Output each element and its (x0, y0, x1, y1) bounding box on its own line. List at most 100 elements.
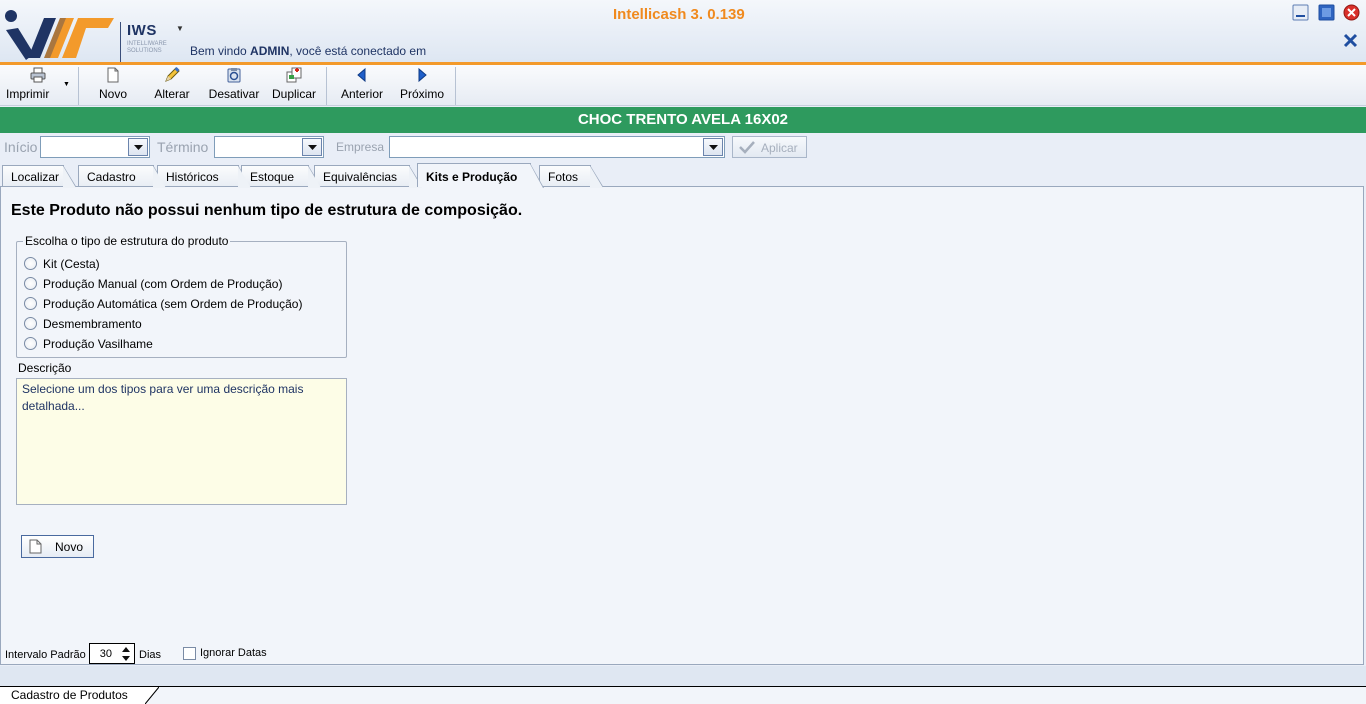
tab-label: Fotos (548, 170, 579, 184)
deactivate-icon (227, 68, 241, 83)
doc-tab-cadastro-produtos[interactable]: Cadastro de Produtos (0, 686, 159, 704)
product-title-bar: CHOC TRENTO AVELA 16X02 (0, 107, 1366, 133)
tab-bar: Localizar Cadastro Históricos Estoque Eq… (0, 163, 1366, 188)
toolbar-separator (326, 67, 327, 105)
maximize-icon[interactable] (1318, 4, 1335, 21)
start-date-label: Início (4, 139, 38, 155)
tab-label: Localizar (11, 170, 60, 184)
apply-label: Aplicar (761, 141, 798, 155)
tab-label: Estoque (250, 170, 295, 184)
days-label: Dias (139, 649, 162, 661)
structure-type-group: Escolha o tipo de estrutura do produto K… (16, 234, 347, 358)
previous-button[interactable]: Anterior (336, 65, 388, 105)
edit-button[interactable]: Alterar (148, 65, 196, 105)
duplicate-icon (286, 67, 302, 83)
tab-fotos[interactable]: Fotos (539, 165, 604, 188)
new-structure-label: Novo (55, 540, 84, 554)
new-label: Novo (98, 87, 127, 101)
tab-cadastro[interactable]: Cadastro (78, 165, 167, 188)
ignore-dates-label: Ignorar Datas (200, 647, 267, 659)
description-label: Descrição (18, 361, 72, 375)
date-filter-row: Início Término Empresa Aplicar (0, 134, 1366, 160)
iws-logo (5, 10, 114, 60)
description-text: Selecione um dos tipos para ver uma desc… (16, 378, 347, 505)
radio-button[interactable] (24, 297, 37, 310)
deactivate-label: Desativar (208, 87, 260, 101)
option-label: Produção Vasilhame (43, 337, 153, 351)
deactivate-button[interactable]: Desativar (204, 65, 264, 105)
doc-tab-label: Cadastro de Produtos (11, 688, 128, 702)
welcome-message: Bem vindo ADMIN, você está conectado em (190, 44, 426, 58)
print-button[interactable]: Imprimir ▼ (0, 65, 76, 105)
radio-button[interactable] (24, 337, 37, 350)
edit-pencil-icon (165, 67, 180, 82)
tab-historicos[interactable]: Históricos (157, 165, 252, 188)
radio-button[interactable] (24, 317, 37, 330)
tab-label: Históricos (166, 170, 219, 184)
tab-kits-e-producao[interactable]: Kits e Produção (417, 163, 544, 188)
start-date-picker[interactable] (40, 136, 150, 158)
arrow-left-icon (357, 67, 366, 83)
company-label: Empresa (336, 140, 385, 154)
interval-value: 30 (99, 648, 112, 660)
tab-label: Kits e Produção (426, 170, 518, 184)
end-date-picker[interactable] (214, 136, 324, 158)
chevron-down-icon[interactable] (703, 138, 723, 156)
welcome-suffix: , você está conectado em (289, 44, 427, 58)
document-tab-bar: Cadastro de Produtos (0, 686, 1366, 704)
status-strip (0, 666, 1366, 686)
next-button[interactable]: Próximo (396, 65, 448, 105)
printer-icon (30, 67, 46, 83)
close-document-icon[interactable] (1342, 32, 1359, 49)
radio-button[interactable] (24, 277, 37, 290)
end-date-label: Término (157, 139, 209, 155)
minimize-icon[interactable] (1292, 4, 1309, 21)
duplicate-label: Duplicar (271, 87, 316, 101)
tab-localizar[interactable]: Localizar (2, 165, 77, 188)
previous-label: Anterior (340, 87, 384, 101)
print-dropdown-icon[interactable]: ▼ (63, 81, 70, 88)
option-label: Kit (Cesta) (43, 257, 100, 271)
title-bar: IWS INTELLIWARE SOLUTIONS ▼ Bem vindo AD… (0, 0, 1366, 65)
new-structure-button[interactable]: Novo (21, 535, 94, 558)
ignore-dates-checkbox[interactable] (183, 647, 196, 660)
tab-edge (145, 686, 159, 704)
brand-name: IWS (127, 22, 157, 39)
tab-label: Cadastro (87, 170, 136, 184)
option-label: Desmembramento (43, 317, 142, 331)
radio-button[interactable] (24, 257, 37, 270)
toolbar-separator (78, 67, 79, 105)
arrow-right-icon (418, 67, 427, 83)
print-label: Imprimir (6, 87, 50, 101)
new-document-icon (107, 67, 119, 83)
chevron-down-icon[interactable] (128, 138, 148, 156)
chevron-down-icon[interactable] (302, 138, 322, 156)
checkmark-icon (739, 141, 755, 154)
brand-block: IWS INTELLIWARE SOLUTIONS (120, 22, 172, 62)
company-select[interactable] (389, 136, 725, 158)
kits-production-panel: Este Produto não possui nenhum tipo de e… (0, 186, 1364, 665)
structure-type-legend: Escolha o tipo de estrutura do produto (23, 234, 231, 248)
interval-label: Intervalo Padrão (5, 649, 86, 661)
option-label: Produção Manual (com Ordem de Produção) (43, 277, 283, 291)
interval-stepper[interactable]: 30 (89, 643, 135, 664)
stepper-down-icon[interactable] (119, 654, 133, 663)
new-button[interactable]: Novo (90, 65, 136, 105)
toolbar: Imprimir ▼ Novo Alterar Desativar Duplic… (0, 65, 1366, 106)
brand-subtitle: INTELLIWARE SOLUTIONS (127, 41, 167, 54)
brand-dropdown-icon[interactable]: ▼ (176, 24, 184, 33)
stepper-up-icon[interactable] (119, 645, 133, 654)
new-document-icon (29, 539, 42, 554)
close-icon[interactable] (1343, 4, 1360, 21)
app-title: Intellicash 3. 0.139 (613, 6, 745, 23)
tab-equivalencias[interactable]: Equivalências (314, 165, 423, 188)
welcome-prefix: Bem vindo (190, 44, 251, 58)
duplicate-button[interactable]: Duplicar (268, 65, 320, 105)
page-heading: Este Produto não possui nenhum tipo de e… (11, 202, 523, 219)
toolbar-separator (455, 67, 456, 105)
edit-label: Alterar (154, 87, 190, 101)
tab-estoque[interactable]: Estoque (241, 165, 322, 188)
next-label: Próximo (399, 87, 444, 101)
apply-button[interactable]: Aplicar (732, 136, 807, 158)
tab-label: Equivalências (323, 170, 398, 184)
